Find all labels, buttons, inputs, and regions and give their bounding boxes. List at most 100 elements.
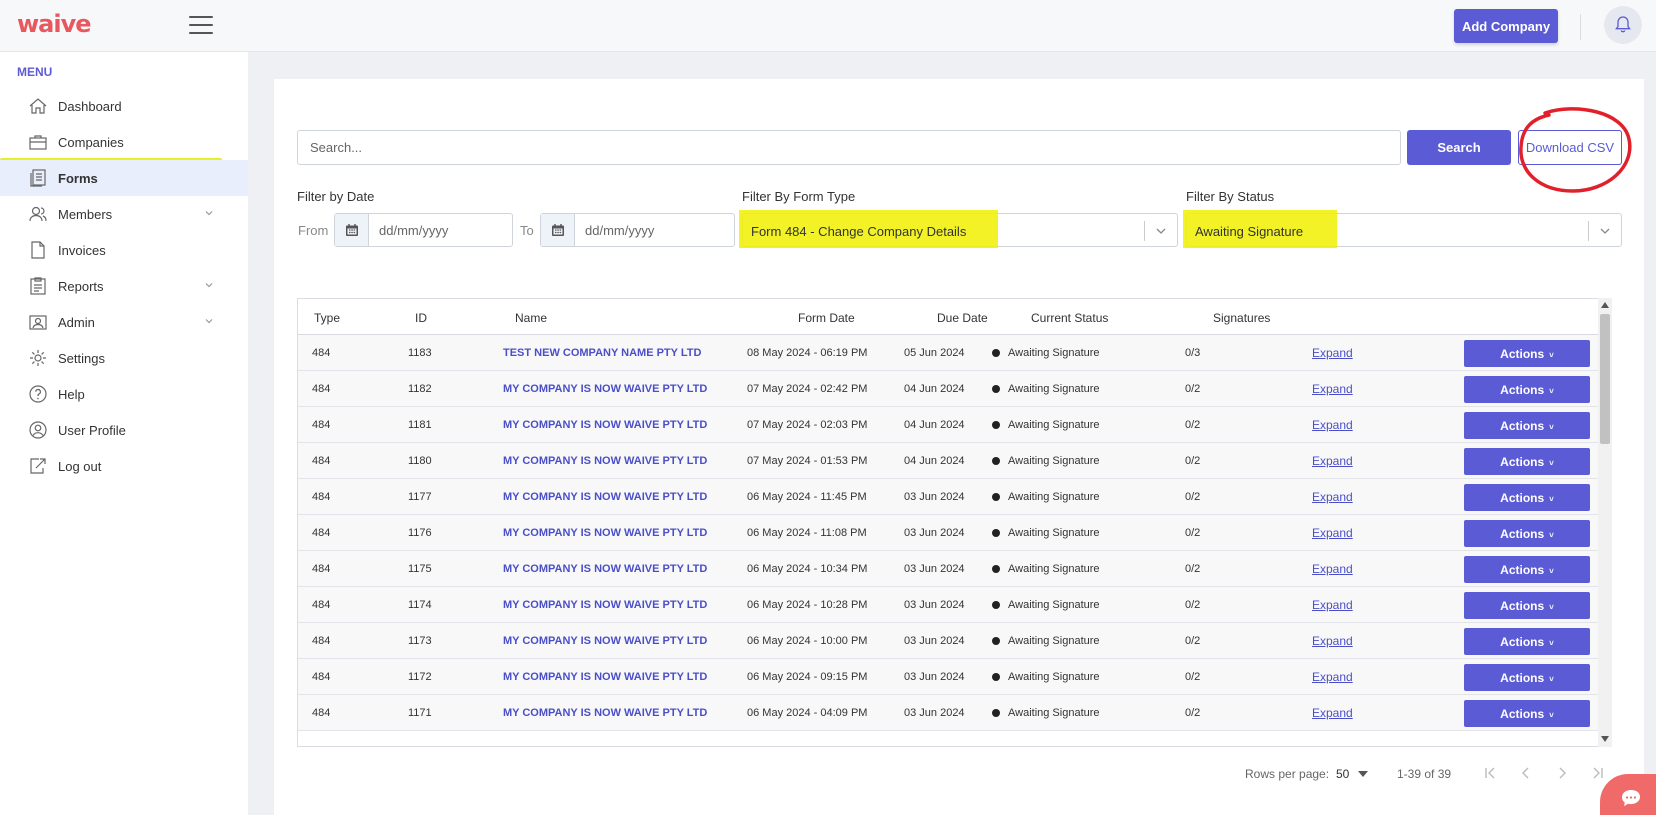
from-label: From <box>298 223 329 238</box>
cell-due-date: 03 Jun 2024 <box>904 707 965 719</box>
cell-id: 1180 <box>408 455 432 467</box>
header-divider <box>1580 14 1581 40</box>
first-page-icon[interactable] <box>1480 763 1500 783</box>
actions-button-label: Actions <box>1500 346 1545 361</box>
expand-link[interactable]: Expand <box>1312 490 1353 504</box>
calendar-icon[interactable] <box>335 214 369 246</box>
actions-button[interactable]: Actions ˅ <box>1464 448 1590 475</box>
previous-page-icon[interactable] <box>1516 763 1536 783</box>
download-csv-button[interactable]: Download CSV <box>1518 130 1622 165</box>
hamburger-menu-icon[interactable] <box>189 16 213 34</box>
menu-heading: MENU <box>17 65 53 79</box>
sidebar-item-log-out[interactable]: Log out <box>0 448 248 484</box>
home-icon <box>28 96 48 116</box>
calendar-icon[interactable] <box>541 214 575 246</box>
next-page-icon[interactable] <box>1552 763 1572 783</box>
cell-name[interactable]: MY COMPANY IS NOW WAIVE PTY LTD <box>503 599 707 611</box>
expand-link[interactable]: Expand <box>1312 562 1353 576</box>
cell-name[interactable]: MY COMPANY IS NOW WAIVE PTY LTD <box>503 635 707 647</box>
expand-link[interactable]: Expand <box>1312 634 1353 648</box>
cell-name[interactable]: MY COMPANY IS NOW WAIVE PTY LTD <box>503 707 707 719</box>
status-dot-icon <box>992 493 1000 501</box>
waive-logo[interactable]: waive <box>17 10 92 38</box>
status-text: Awaiting Signature <box>1008 491 1100 503</box>
sidebar-item-forms[interactable]: Forms <box>0 160 248 196</box>
sidebar-item-invoices[interactable]: Invoices <box>0 232 248 268</box>
rows-per-page-select[interactable]: 50 <box>1336 767 1349 781</box>
chevron-down-icon <box>1156 228 1166 234</box>
sidebar-item-user-profile[interactable]: User Profile <box>0 412 248 448</box>
actions-button[interactable]: Actions ˅ <box>1464 664 1590 691</box>
expand-link[interactable]: Expand <box>1312 382 1353 396</box>
cell-type: 484 <box>312 455 331 467</box>
scroll-down-arrow-icon[interactable] <box>1601 736 1609 742</box>
actions-button[interactable]: Actions ˅ <box>1464 700 1590 727</box>
actions-button[interactable]: Actions ˅ <box>1464 520 1590 547</box>
expand-link[interactable]: Expand <box>1312 346 1353 360</box>
actions-button[interactable]: Actions ˅ <box>1464 556 1590 583</box>
cell-name[interactable]: MY COMPANY IS NOW WAIVE PTY LTD <box>503 527 707 539</box>
chat-widget-button[interactable] <box>1600 774 1656 815</box>
cell-signatures: 0/2 <box>1185 491 1201 503</box>
cell-form-date: 06 May 2024 - 10:00 PM <box>747 635 868 647</box>
sidebar-item-dashboard[interactable]: Dashboard <box>0 88 248 124</box>
forms-icon <box>28 168 48 188</box>
status-text: Awaiting Signature <box>1008 563 1100 575</box>
chevron-down-icon <box>1600 228 1610 234</box>
expand-link[interactable]: Expand <box>1312 454 1353 468</box>
sidebar-item-label: User Profile <box>58 422 126 438</box>
expand-link[interactable]: Expand <box>1312 526 1353 540</box>
cell-type: 484 <box>312 671 331 683</box>
table-row: 484 1171 MY COMPANY IS NOW WAIVE PTY LTD 06… <box>298 695 1607 731</box>
cell-name[interactable]: MY COMPANY IS NOW WAIVE PTY LTD <box>503 383 707 395</box>
expand-link[interactable]: Expand <box>1312 598 1353 612</box>
to-date-field[interactable]: dd/mm/yyyy <box>540 213 735 247</box>
to-label: To <box>520 223 534 238</box>
actions-button[interactable]: Actions ˅ <box>1464 412 1590 439</box>
cell-type: 484 <box>312 347 331 359</box>
cell-name[interactable]: MY COMPANY IS NOW WAIVE PTY LTD <box>503 419 707 431</box>
actions-button[interactable]: Actions ˅ <box>1464 484 1590 511</box>
form-type-select[interactable]: Form 484 - Change Company Details <box>739 210 1178 248</box>
add-company-button[interactable]: Add Company <box>1454 9 1558 43</box>
actions-button[interactable]: Actions ˅ <box>1464 628 1590 655</box>
cell-form-date: 06 May 2024 - 11:45 PM <box>747 491 867 503</box>
expand-link[interactable]: Expand <box>1312 706 1353 720</box>
scrollbar-thumb[interactable] <box>1600 314 1610 444</box>
cell-name[interactable]: MY COMPANY IS NOW WAIVE PTY LTD <box>503 671 707 683</box>
cell-name[interactable]: TEST NEW COMPANY NAME PTY LTD <box>503 347 701 359</box>
expand-link[interactable]: Expand <box>1312 670 1353 684</box>
sidebar-item-settings[interactable]: Settings <box>0 340 248 376</box>
status-select[interactable]: Awaiting Signature <box>1183 210 1622 248</box>
sidebar-item-label: Companies <box>58 134 124 150</box>
sidebar-item-admin[interactable]: Admin <box>0 304 248 340</box>
cell-due-date: 03 Jun 2024 <box>904 563 965 575</box>
cell-name[interactable]: MY COMPANY IS NOW WAIVE PTY LTD <box>503 491 707 503</box>
cell-name[interactable]: MY COMPANY IS NOW WAIVE PTY LTD <box>503 455 707 467</box>
cell-due-date: 04 Jun 2024 <box>904 383 965 395</box>
chevron-down-icon: ˅ <box>1549 386 1554 396</box>
cell-name[interactable]: MY COMPANY IS NOW WAIVE PTY LTD <box>503 563 707 575</box>
caret-down-icon[interactable] <box>1358 771 1368 777</box>
actions-button[interactable]: Actions ˅ <box>1464 376 1590 403</box>
cell-type: 484 <box>312 707 331 719</box>
actions-button-label: Actions <box>1500 598 1545 613</box>
actions-button[interactable]: Actions ˅ <box>1464 592 1590 619</box>
sidebar-item-companies[interactable]: Companies <box>0 124 248 160</box>
actions-button[interactable]: Actions ˅ <box>1464 340 1590 367</box>
actions-button-label: Actions <box>1500 490 1545 505</box>
actions-button-label: Actions <box>1500 382 1545 397</box>
notification-bell-icon[interactable] <box>1604 6 1642 44</box>
search-input[interactable] <box>297 130 1401 165</box>
expand-link[interactable]: Expand <box>1312 418 1353 432</box>
pagination-range: 1-39 of 39 <box>1397 767 1452 781</box>
search-button[interactable]: Search <box>1407 130 1511 165</box>
sidebar-item-members[interactable]: Members <box>0 196 248 232</box>
cell-due-date: 03 Jun 2024 <box>904 491 965 503</box>
sidebar-item-reports[interactable]: Reports <box>0 268 248 304</box>
scroll-up-arrow-icon[interactable] <box>1601 302 1609 308</box>
from-date-field[interactable]: dd/mm/yyyy <box>334 213 513 247</box>
chevron-down-icon: ˅ <box>1549 350 1554 360</box>
last-page-icon[interactable] <box>1588 763 1608 783</box>
sidebar-item-help[interactable]: Help <box>0 376 248 412</box>
